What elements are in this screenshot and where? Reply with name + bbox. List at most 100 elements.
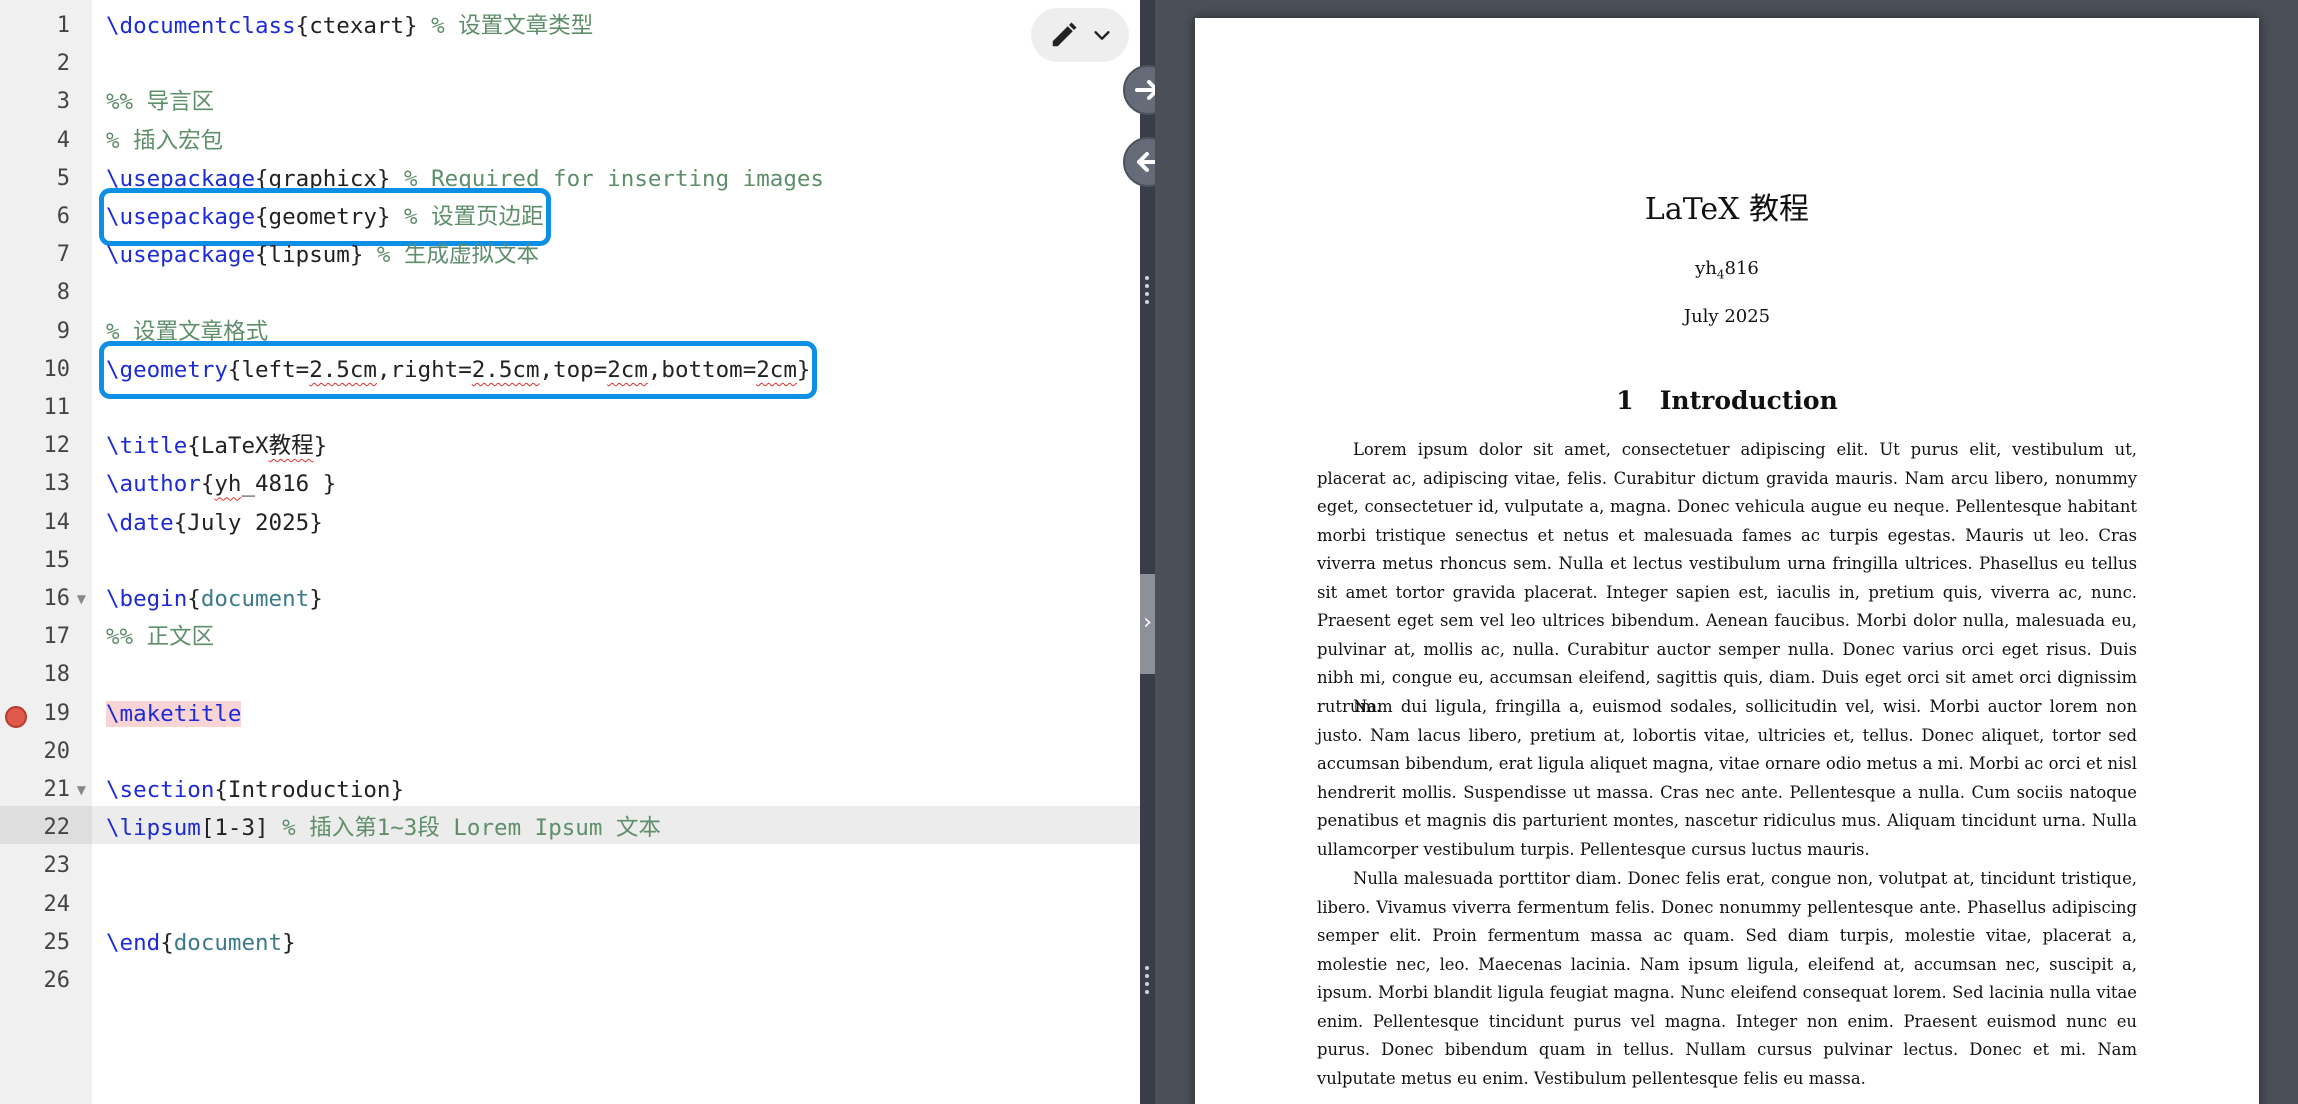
gutter-line[interactable]: 9 bbox=[0, 310, 92, 348]
fold-toggle-icon[interactable]: ▼ bbox=[77, 577, 86, 615]
gutter-line[interactable]: 17 bbox=[0, 615, 92, 653]
gutter-line[interactable]: 4 bbox=[0, 119, 92, 157]
code-line[interactable] bbox=[92, 271, 1140, 309]
code-line[interactable]: \author{yh_4816 } bbox=[92, 462, 1140, 500]
code-line[interactable]: % 设置文章格式 bbox=[92, 310, 1140, 348]
gutter-line[interactable]: 7 bbox=[0, 233, 92, 271]
code-line[interactable] bbox=[92, 730, 1140, 768]
code-line[interactable]: \end{document} bbox=[92, 921, 1140, 959]
code-editor[interactable]: 1 2 3 4 5 6 7 8 9 10 11 12 13 14 15 16 ▼ 17 18 19 20 21 ▼ 22 23 2… bbox=[0, 0, 1140, 1104]
gutter-line[interactable]: 10 bbox=[0, 348, 92, 386]
code-line[interactable]: \lipsum[1-3] % 插入第1~3段 Lorem Ipsum 文本 bbox=[92, 806, 1140, 845]
line-number: 13 bbox=[43, 471, 71, 497]
code-line[interactable]: \geometry{left=2.5cm,right=2.5cm,top=2cm… bbox=[92, 340, 1140, 399]
code-line[interactable]: \section{Introduction} bbox=[92, 768, 1140, 806]
code-area[interactable]: \documentclass{ctexart} % 设置文章类型 %% 导言区 % … bbox=[92, 0, 1140, 1104]
gutter-line[interactable]: 5 bbox=[0, 157, 92, 195]
line-number: 11 bbox=[43, 395, 71, 420]
code-token: ,right= bbox=[376, 356, 472, 383]
line-number: 8 bbox=[56, 280, 70, 306]
code-token: % 生成虚拟文本 bbox=[363, 242, 540, 269]
code-line[interactable]: %% 导言区 bbox=[92, 80, 1140, 118]
code-token: %% 正文区 bbox=[106, 624, 215, 651]
line-number: 24 bbox=[43, 891, 71, 917]
code-token: document bbox=[200, 586, 310, 612]
code-line[interactable]: %% 正文区 bbox=[92, 615, 1140, 653]
line-number: 18 bbox=[43, 662, 71, 688]
code-token: \documentclass bbox=[106, 13, 296, 39]
gutter-line[interactable]: 6 bbox=[0, 195, 92, 233]
code-token: 2.5cm bbox=[309, 356, 377, 383]
line-number: 22 bbox=[43, 815, 71, 841]
gutter-line[interactable]: 20 bbox=[0, 730, 92, 768]
gutter-line[interactable]: 24 bbox=[0, 883, 92, 921]
code-token: % 设置文章类型 bbox=[417, 13, 594, 39]
gutter-line[interactable]: 15 bbox=[0, 539, 92, 577]
code-line[interactable] bbox=[92, 959, 1140, 997]
code-token: %% 导言区 bbox=[106, 89, 215, 116]
code-token: yh bbox=[214, 471, 242, 498]
gutter-line[interactable]: 12 bbox=[0, 424, 92, 462]
line-number: 1 bbox=[56, 13, 70, 38]
line-number: 12 bbox=[43, 433, 71, 459]
code-token: \usepackage bbox=[106, 204, 256, 230]
gutter-line[interactable]: 1 bbox=[0, 4, 92, 42]
code-token: \date bbox=[106, 509, 174, 536]
line-number: 21 bbox=[43, 777, 71, 802]
splitter-grip[interactable] bbox=[1144, 966, 1151, 998]
code-line[interactable]: \title{LaTeX教程} bbox=[92, 424, 1140, 462]
gutter-line[interactable]: 16 ▼ bbox=[0, 577, 92, 615]
code-line[interactable]: \usepackage{geometry} % 设置页边距 bbox=[92, 188, 1140, 246]
code-line[interactable] bbox=[92, 539, 1140, 577]
gutter-line[interactable]: 18 bbox=[0, 653, 92, 691]
code-line[interactable]: \usepackage{graphicx} % Required for ins… bbox=[92, 157, 1140, 195]
code-token: \section bbox=[106, 777, 215, 803]
code-token: \author bbox=[106, 471, 201, 498]
gutter-line[interactable]: 3 bbox=[0, 80, 92, 118]
edit-mode-button[interactable] bbox=[1031, 8, 1129, 62]
gutter-line[interactable]: 14 bbox=[0, 501, 92, 539]
body-paragraph: Lorem ipsum dolor sit amet, consectetuer… bbox=[1317, 440, 2137, 716]
section-number: 1 bbox=[1616, 386, 1634, 415]
code-line[interactable]: \begin{document} bbox=[92, 577, 1140, 615]
line-number: 6 bbox=[56, 204, 70, 229]
pdf-page: LaTeX 教程 yh4816 July 2025 1 Introduction… bbox=[1195, 18, 2259, 1104]
code-token: } bbox=[313, 433, 328, 460]
line-number: 16 bbox=[43, 586, 71, 611]
code-line[interactable] bbox=[92, 386, 1140, 424]
gutter-line[interactable]: 11 bbox=[0, 386, 92, 424]
pencil-icon bbox=[1052, 22, 1077, 47]
code-line[interactable]: % 插入宏包 bbox=[92, 119, 1140, 157]
gutter-line[interactable]: 25 bbox=[0, 921, 92, 959]
fold-toggle-icon[interactable]: ▼ bbox=[77, 768, 86, 806]
code-line[interactable] bbox=[92, 883, 1140, 921]
gutter-line[interactable]: 19 bbox=[0, 692, 92, 730]
line-number: 14 bbox=[43, 509, 71, 535]
code-token: \geometry bbox=[106, 356, 228, 383]
gutter-line[interactable]: 21 ▼ bbox=[0, 768, 92, 806]
line-number: 7 bbox=[56, 242, 70, 268]
gutter-line[interactable]: 2 bbox=[0, 42, 92, 80]
gutter-line[interactable]: 26 bbox=[0, 959, 92, 997]
code-line[interactable]: \documentclass{ctexart} % 设置文章类型 bbox=[92, 4, 1140, 42]
pdf-preview[interactable]: LaTeX 教程 yh4816 July 2025 1 Introduction… bbox=[1155, 0, 2298, 1104]
author-text: 816 bbox=[1724, 258, 1759, 279]
code-line[interactable] bbox=[92, 844, 1140, 882]
code-token: document bbox=[173, 929, 283, 956]
code-line[interactable]: \maketitle bbox=[92, 692, 1140, 730]
gutter-line[interactable]: 8 bbox=[0, 271, 92, 309]
gutter-line[interactable]: 22 bbox=[0, 806, 92, 845]
breakpoint-marker-icon[interactable] bbox=[5, 705, 27, 728]
gutter-line[interactable]: 23 bbox=[0, 844, 92, 882]
code-line[interactable] bbox=[92, 42, 1140, 80]
splitter-grip[interactable] bbox=[1144, 276, 1151, 308]
code-line[interactable]: \usepackage{lipsum} % 生成虚拟文本 bbox=[92, 233, 1140, 271]
gutter-line[interactable]: 13 bbox=[0, 462, 92, 500]
line-number: 2 bbox=[56, 51, 70, 77]
code-token: \begin bbox=[106, 586, 188, 612]
code-line[interactable]: \date{July 2025} bbox=[92, 501, 1140, 539]
collapse-pane-handle[interactable]: › bbox=[1140, 574, 1155, 674]
code-token: % 插入宏包 bbox=[106, 127, 224, 154]
code-line[interactable] bbox=[92, 653, 1140, 691]
line-number-gutter[interactable]: 1 2 3 4 5 6 7 8 9 10 11 12 13 14 15 16 ▼ 17 18 19 20 21 ▼ 22 23 2… bbox=[0, 0, 92, 1104]
